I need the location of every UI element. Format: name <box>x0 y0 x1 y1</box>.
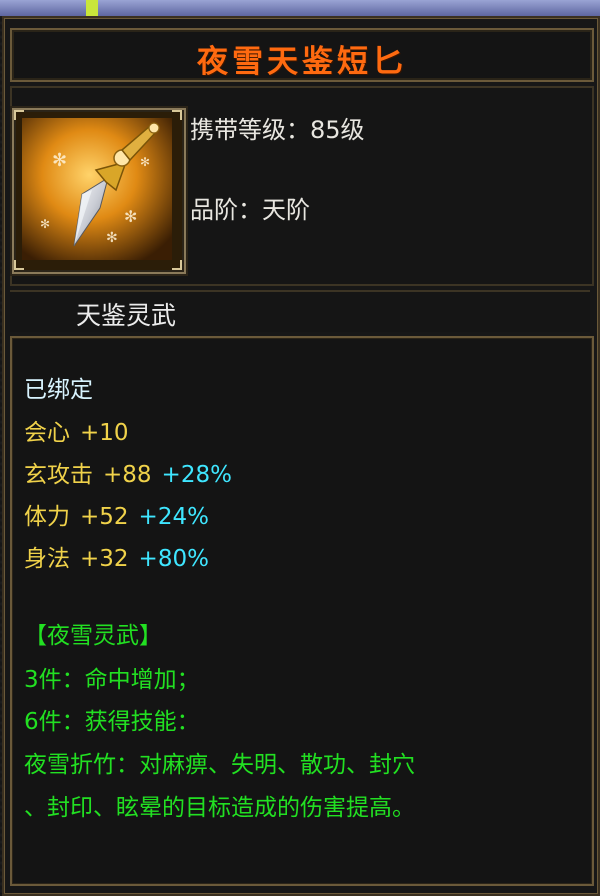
title-bar: 夜雪天鉴短匕 <box>10 28 594 82</box>
category-bar: 天鉴灵武 <box>10 290 590 332</box>
svg-text:✻: ✻ <box>106 230 118 246</box>
stat-name: 身法 <box>24 546 70 572</box>
window-top-strip <box>0 0 600 16</box>
svg-text:✻: ✻ <box>52 150 67 171</box>
set-bonus-line: 夜雪折竹：对麻痹、失明、散功、封穴 <box>24 752 415 778</box>
stat-row: 玄攻击 +88 +28% <box>24 455 232 489</box>
frame-corner-ornament <box>172 260 182 270</box>
stat-row: 身法 +32 +80% <box>24 539 209 573</box>
svg-text:✻: ✻ <box>40 217 50 231</box>
frame-corner-ornament <box>172 110 182 120</box>
frame-corner-ornament <box>14 110 24 120</box>
set-title: 【夜雪灵武】 <box>24 623 162 649</box>
stat-value: +10 <box>80 420 129 446</box>
stat-value: +88 <box>103 462 152 488</box>
top-strip-marker <box>86 0 98 16</box>
stat-percent: +80% <box>138 546 209 572</box>
item-tooltip: 夜雪天鉴短匕 ✻ ✻ ✻ ✻ ✻ 携带等级：85级 品阶：天阶 天鉴灵武 已绑定… <box>0 0 600 896</box>
item-name: 夜雪天鉴短匕 <box>197 44 407 80</box>
svg-text:✻: ✻ <box>124 207 137 226</box>
item-icon-frame[interactable]: ✻ ✻ ✻ ✻ ✻ <box>12 108 186 274</box>
carry-level: 携带等级：85级 <box>190 116 365 144</box>
bound-status: 已绑定 <box>24 377 93 403</box>
stat-row: 体力 +52 +24% <box>24 497 209 531</box>
svg-text:✻: ✻ <box>140 155 150 169</box>
stat-row: 会心 +10 <box>24 413 129 447</box>
item-grade: 品阶：天阶 <box>190 196 310 224</box>
set-bonus-line: 3件：命中增加； <box>24 667 200 693</box>
dagger-icon: ✻ ✻ ✻ ✻ ✻ <box>22 118 172 260</box>
stat-value: +52 <box>80 504 129 530</box>
frame-corner-ornament <box>14 260 24 270</box>
item-category: 天鉴灵武 <box>76 301 177 330</box>
stat-name: 体力 <box>24 504 70 530</box>
stat-name: 玄攻击 <box>24 462 93 488</box>
stat-name: 会心 <box>24 420 70 446</box>
stat-value: +32 <box>80 546 129 572</box>
set-bonus-line: 、封印、眩晕的目标造成的伤害提高。 <box>24 795 415 821</box>
stat-percent: +24% <box>138 504 209 530</box>
stat-percent: +28% <box>161 462 232 488</box>
set-bonus-line: 6件：获得技能： <box>24 709 200 735</box>
